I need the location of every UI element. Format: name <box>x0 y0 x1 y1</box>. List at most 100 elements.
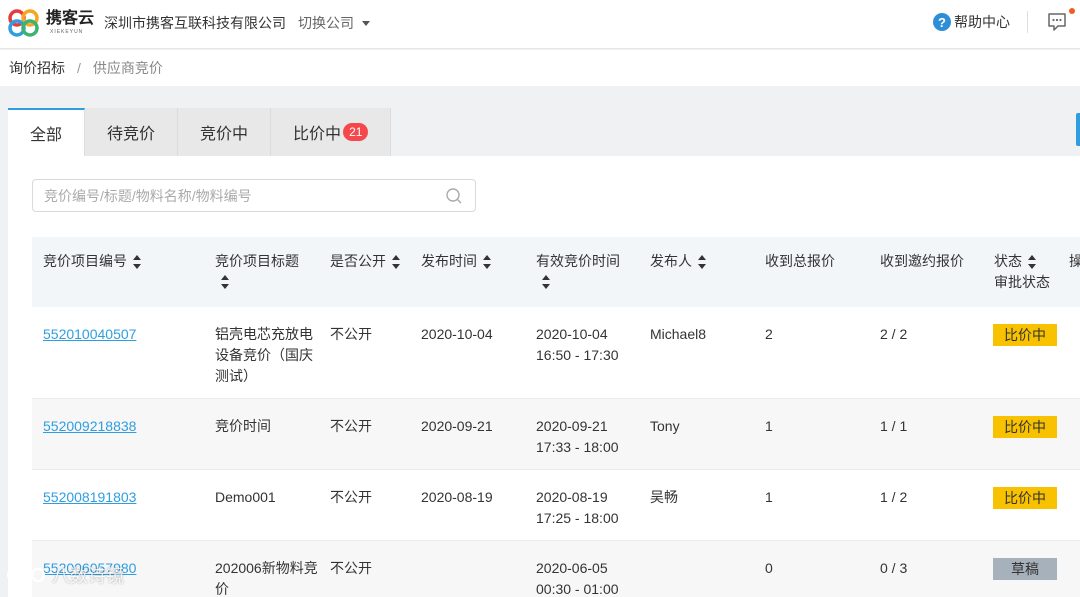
breadcrumb-separator: / <box>77 60 81 76</box>
column-label: 是否公开 <box>330 253 386 269</box>
search-input[interactable] <box>44 187 434 204</box>
published-date: 2020-10-04 <box>421 326 493 342</box>
col-public[interactable]: 是否公开 <box>330 251 400 272</box>
table-row: 552010040507 铝壳电芯充放电设备竞价（国庆测试） 不公开 2020-… <box>32 307 1080 399</box>
sort-icon[interactable] <box>483 255 491 270</box>
col-actions: 操 <box>1069 251 1080 272</box>
col-status[interactable]: 状态 审批状态 <box>994 251 1050 293</box>
breadcrumb-current: 供应商竞价 <box>92 60 163 76</box>
tab-bidding[interactable]: 竞价中 <box>178 108 272 156</box>
logo-subtext: XIEKEYUN <box>50 29 84 35</box>
sort-icon[interactable] <box>133 255 141 270</box>
valid-time: 2020-08-19 17:25 - 18:00 <box>536 487 619 529</box>
table-row: 552008191803 Demo001 不公开 2020-08-19 2020… <box>32 470 1080 541</box>
bid-id-link[interactable]: 552009218838 <box>43 416 136 437</box>
valid-time: 2020-06-05 00:30 - 01:00 <box>536 558 619 597</box>
total-quotes: 1 <box>765 489 773 505</box>
table-row: 552006057980 202006新物料竞价 不公开 2020-06-05 … <box>32 541 1080 597</box>
status-tabs: 全部 待竞价 竞价中 比价中 21 <box>8 108 392 156</box>
status-badge: 草稿 <box>993 558 1057 580</box>
help-center-link[interactable]: ? 帮助中心 <box>933 12 1010 32</box>
table-row: 552009218838 竞价时间 不公开 2020-09-21 2020-09… <box>32 399 1080 470</box>
switch-company-label: 切换公司 <box>298 15 354 31</box>
sort-icon[interactable] <box>698 255 706 270</box>
public-value: 不公开 <box>330 326 372 342</box>
publisher: 吴畅 <box>650 489 678 505</box>
watermark-logo-icon <box>7 568 45 582</box>
bid-title: Demo001 <box>215 489 276 505</box>
tab-pending[interactable]: 待竞价 <box>85 108 179 156</box>
column-label-approval: 审批状态 <box>994 274 1050 290</box>
valid-time: 2020-10-04 16:50 - 17:30 <box>536 324 619 366</box>
valid-time: 2020-09-21 17:33 - 18:00 <box>536 416 619 458</box>
tab-label: 全部 <box>30 127 63 144</box>
column-label: 有效竞价时间 <box>536 253 620 269</box>
status-badge: 比价中 <box>993 324 1057 346</box>
table-header: 竞价项目编号 竞价项目标题 是否公开 发布时间 有效竞价时间 发布人 收到总报价… <box>32 237 1080 307</box>
column-label: 竞价项目编号 <box>43 253 127 269</box>
tab-all[interactable]: 全部 <box>8 108 86 156</box>
search-icon[interactable] <box>445 187 463 205</box>
tab-label: 待竞价 <box>107 126 156 143</box>
question-icon: ? <box>933 13 951 31</box>
public-value: 不公开 <box>330 489 372 505</box>
tab-comparing[interactable]: 比价中 21 <box>271 108 392 156</box>
side-button-edge[interactable] <box>1076 113 1080 146</box>
help-center-label: 帮助中心 <box>954 14 1010 30</box>
invited-quotes: 1 / 1 <box>880 418 908 434</box>
sort-icon[interactable] <box>542 275 550 289</box>
valid-date: 2020-08-19 <box>536 489 608 505</box>
bid-id-link[interactable]: 552010040507 <box>43 324 136 345</box>
total-quotes: 0 <box>765 560 773 576</box>
breadcrumb: 询价招标 / 供应商竞价 <box>0 50 1080 86</box>
column-label: 操 <box>1069 253 1080 269</box>
valid-date: 2020-10-04 <box>536 326 608 342</box>
header-divider <box>1027 11 1028 33</box>
invited-quotes: 2 / 2 <box>880 326 908 342</box>
switch-company-button[interactable]: 切换公司 <box>298 13 370 33</box>
status-badge: 比价中 <box>993 487 1057 509</box>
column-label: 发布时间 <box>421 253 477 269</box>
sort-icon[interactable] <box>392 255 400 270</box>
column-label: 收到总报价 <box>765 253 835 269</box>
invited-quotes: 0 / 3 <box>880 560 908 576</box>
message-icon[interactable] <box>1047 12 1067 32</box>
caret-down-icon <box>361 21 370 27</box>
content-panel: 竞价项目编号 竞价项目标题 是否公开 发布时间 有效竞价时间 发布人 收到总报价… <box>8 156 1080 597</box>
valid-range: 17:25 - 18:00 <box>536 510 619 526</box>
column-label: 发布人 <box>650 253 692 269</box>
watermark: 八数诗镜 <box>6 562 124 588</box>
col-publisher[interactable]: 发布人 <box>650 251 706 272</box>
bid-title: 竞价时间 <box>215 418 271 434</box>
invited-quotes: 1 / 2 <box>880 489 908 505</box>
bid-id-link[interactable]: 552008191803 <box>43 487 136 508</box>
column-label: 收到邀约报价 <box>880 253 964 269</box>
breadcrumb-parent[interactable]: 询价招标 <box>9 58 65 78</box>
status-badge: 比价中 <box>993 416 1057 438</box>
notification-dot <box>1069 8 1075 14</box>
col-bid-id[interactable]: 竞价项目编号 <box>43 251 141 272</box>
logo-text: 携客云 <box>46 10 95 27</box>
tab-label: 比价中 <box>293 126 342 143</box>
valid-range: 00:30 - 01:00 <box>536 581 619 597</box>
sort-icon[interactable] <box>221 275 229 289</box>
search-box <box>32 179 476 212</box>
column-label: 竞价项目标题 <box>215 253 299 269</box>
col-published[interactable]: 发布时间 <box>421 251 491 272</box>
total-quotes: 1 <box>765 418 773 434</box>
column-label: 状态 <box>994 253 1022 269</box>
valid-range: 17:33 - 18:00 <box>536 439 619 455</box>
bid-title: 202006新物料竞价 <box>215 560 318 597</box>
total-quotes: 2 <box>765 326 773 342</box>
tab-label: 竞价中 <box>200 126 249 143</box>
col-bid-title[interactable]: 竞价项目标题 <box>215 251 299 289</box>
logo-icon <box>8 9 39 37</box>
company-name: 深圳市携客互联科技有限公司 <box>104 15 286 31</box>
sort-icon[interactable] <box>1028 255 1036 270</box>
col-valid-time[interactable]: 有效竞价时间 <box>536 251 620 289</box>
public-value: 不公开 <box>330 418 372 434</box>
public-value: 不公开 <box>330 560 372 576</box>
publisher: Tony <box>650 418 680 434</box>
valid-range: 16:50 - 17:30 <box>536 347 619 363</box>
published-date: 2020-09-21 <box>421 418 493 434</box>
